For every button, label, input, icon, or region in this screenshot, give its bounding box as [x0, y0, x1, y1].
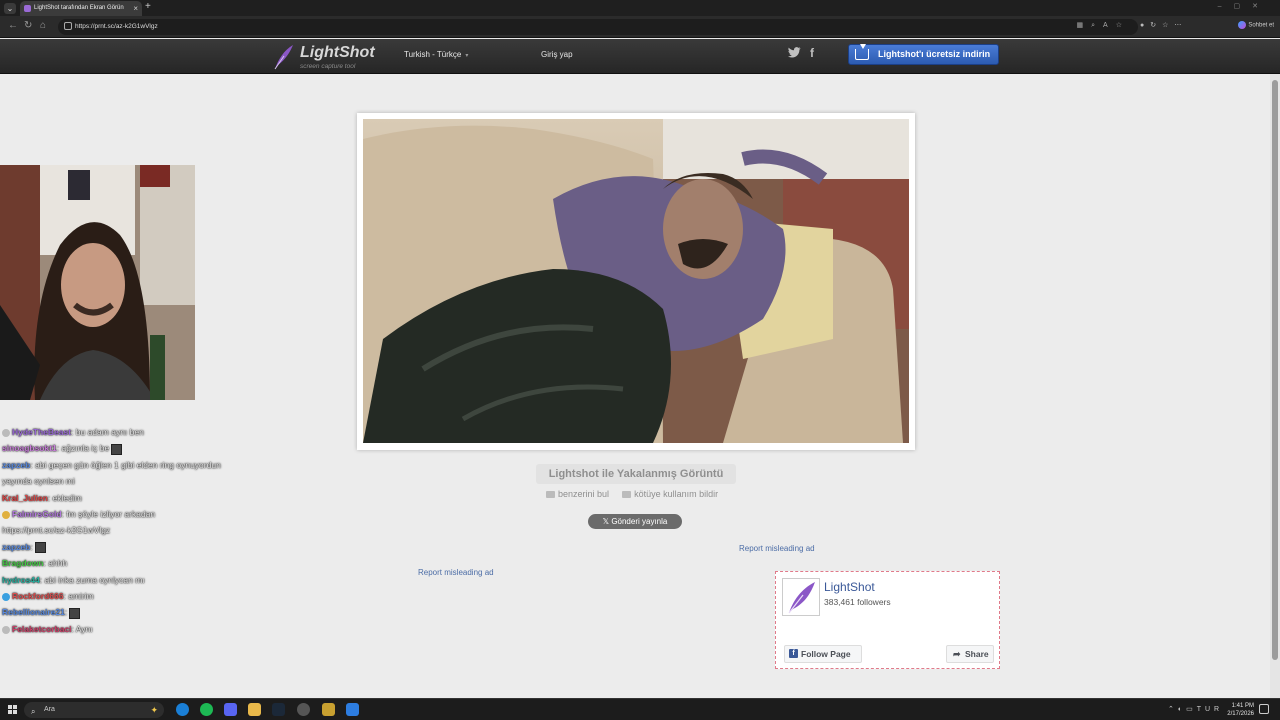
- download-lightshot-button[interactable]: Lightshot'ı ücretsiz indirin: [848, 44, 999, 65]
- facebook-icon: f: [789, 649, 798, 658]
- emote-icon: [111, 443, 123, 455]
- close-tab-icon[interactable]: ×: [133, 1, 138, 16]
- logo-tagline: screen capture tool: [300, 63, 356, 70]
- tab-actions-button[interactable]: ⌄: [4, 3, 16, 14]
- start-menu-icon[interactable]: [8, 705, 17, 714]
- edge-icon[interactable]: [176, 703, 189, 716]
- find-similar-link[interactable]: benzerini bul: [546, 489, 609, 499]
- file-explorer-icon[interactable]: [248, 703, 261, 716]
- refresh-icon[interactable]: ↻: [24, 20, 32, 31]
- feather-logo-icon: [274, 45, 293, 70]
- facebook-page-widget: LightShot 383,461 followers f Follow Page…: [775, 571, 1000, 669]
- screenshot-frame: [357, 113, 915, 450]
- fb-followers: 383,461 followers: [824, 597, 891, 607]
- badge-icon: [2, 510, 10, 519]
- browser-toolbar: ← ↻ ⌂ https://prnt.sc/az-k2G1wVlgz ▦⌕A☆ …: [0, 16, 1280, 38]
- chat-message: hydros44: abi inka zuma oynlycan mı: [2, 574, 145, 585]
- emote-icon: [69, 607, 81, 619]
- tweet-button[interactable]: 𝕏 Gönderi yayınla: [588, 514, 682, 529]
- twitter-icon[interactable]: [788, 47, 801, 61]
- flag-icon: [622, 491, 632, 499]
- report-ad-link-right[interactable]: Report misleading ad: [739, 544, 815, 553]
- app-icon[interactable]: [322, 703, 335, 716]
- lightshot-page-avatar[interactable]: [782, 578, 820, 616]
- chat-message: Rebellionaire21:: [2, 604, 262, 620]
- facebook-icon[interactable]: f: [810, 46, 814, 60]
- chat-message: zapzeb: abi geçen gün öğlen 1 gibi elden…: [2, 459, 221, 470]
- address-bar-actions[interactable]: ▦⌕A☆: [1077, 21, 1130, 30]
- steam-icon[interactable]: [272, 703, 285, 716]
- logo-name: LightShot: [300, 44, 375, 61]
- copilot-button[interactable]: Sohbet et: [1238, 21, 1274, 29]
- extension-icons[interactable]: ●↻☆⋯: [1140, 21, 1187, 29]
- system-tray[interactable]: ⌃◐▭TUR: [1168, 705, 1223, 713]
- report-ad-link-left[interactable]: Report misleading ad: [418, 568, 494, 577]
- copilot-sparkle-icon: ✦: [150, 705, 158, 715]
- search-icon: ⌕: [31, 707, 36, 716]
- chat-message: Kral_Julien: ekledim: [2, 492, 82, 503]
- page-scrollbar[interactable]: [1270, 74, 1280, 698]
- browser-tab[interactable]: LightShot tarafından Ekran Görün ×: [20, 1, 142, 16]
- chat-message: Rockford666: amirim: [2, 588, 262, 604]
- chat-message: yayında oynlsen mi: [2, 476, 75, 487]
- chat-message: HydeTheBeast: bu adam aynı ben: [2, 424, 262, 440]
- taskbar-search[interactable]: ⌕ Ara ✦: [24, 702, 164, 718]
- app-icon-2[interactable]: [346, 703, 359, 716]
- url-text: https://prnt.sc/az-k2G1wVlgz: [75, 23, 158, 30]
- screenshot-actions: benzerini bul kötüye kullanım bildir: [546, 489, 718, 499]
- image-icon: [546, 491, 555, 499]
- x-logo-icon: 𝕏: [602, 517, 612, 526]
- new-tab-button[interactable]: +: [145, 1, 151, 12]
- discord-icon[interactable]: [224, 703, 237, 716]
- share-button[interactable]: ➦ Share: [946, 645, 994, 663]
- chat-message: FalmirsGold: fm şöyle izliyor arkadan: [2, 506, 262, 522]
- copilot-icon: [1238, 21, 1247, 29]
- spotify-icon[interactable]: [200, 703, 213, 716]
- scrollbar-thumb[interactable]: [1272, 80, 1278, 660]
- back-icon[interactable]: ←: [8, 20, 18, 31]
- window-controls[interactable]: –▢✕: [1218, 2, 1270, 10]
- language-selector[interactable]: Turkish - Türkçe ▾: [404, 50, 468, 59]
- address-bar[interactable]: https://prnt.sc/az-k2G1wVlgz ▦⌕A☆: [58, 19, 1138, 35]
- lightshot-header: LightShot screen capture tool Turkish - …: [0, 39, 1280, 74]
- captured-screenshot-image[interactable]: [363, 119, 909, 443]
- login-link[interactable]: Giriş yap: [541, 50, 573, 59]
- emote-icon: [34, 542, 46, 554]
- stream-chat-overlay: HydeTheBeast: bu adam aynı ben sinoagbso…: [2, 424, 262, 637]
- chevron-down-icon: ▾: [465, 53, 469, 59]
- badge-icon: [2, 592, 10, 601]
- lightshot-logo[interactable]: LightShot screen capture tool: [272, 42, 375, 72]
- badge-icon: [2, 428, 10, 437]
- chat-message: zapzeb:: [2, 539, 262, 555]
- screenshot-caption: Lightshot ile Yakalanmış Görüntü: [536, 464, 736, 484]
- tab-title: LightShot tarafından Ekran Görün: [34, 5, 124, 11]
- chat-message: Felaketcorbaci: Aynı: [2, 621, 262, 637]
- report-abuse-link[interactable]: kötüye kullanım bildir: [622, 489, 718, 499]
- chat-message: sinoagbsokt1: ağzınla iç be: [2, 440, 262, 456]
- share-icon: ➦: [953, 649, 961, 659]
- browser-tab-bar: ⌄ LightShot tarafından Ekran Görün × + –…: [0, 0, 1280, 16]
- chat-message: https://prnt.sc/az-k2G1wVlgz: [2, 525, 111, 536]
- badge-icon: [2, 625, 10, 634]
- notification-icon[interactable]: [1259, 704, 1269, 714]
- chat-message: Bragdown: ahhh: [2, 558, 68, 569]
- taskbar-clock[interactable]: 1:41 PM 2/17/2026: [1224, 702, 1254, 718]
- obs-icon[interactable]: [297, 703, 310, 716]
- lightshot-favicon-icon: [24, 5, 31, 12]
- download-icon: [855, 44, 869, 60]
- windows-taskbar: ⌕ Ara ✦ ⌃◐▭TUR 1:41 PM 2/17/2026: [0, 698, 1280, 720]
- webcam-overlay: [0, 165, 195, 400]
- follow-page-button[interactable]: f Follow Page: [784, 645, 862, 663]
- home-icon[interactable]: ⌂: [40, 20, 46, 31]
- site-info-icon[interactable]: [64, 22, 72, 30]
- fb-page-name[interactable]: LightShot: [824, 580, 875, 594]
